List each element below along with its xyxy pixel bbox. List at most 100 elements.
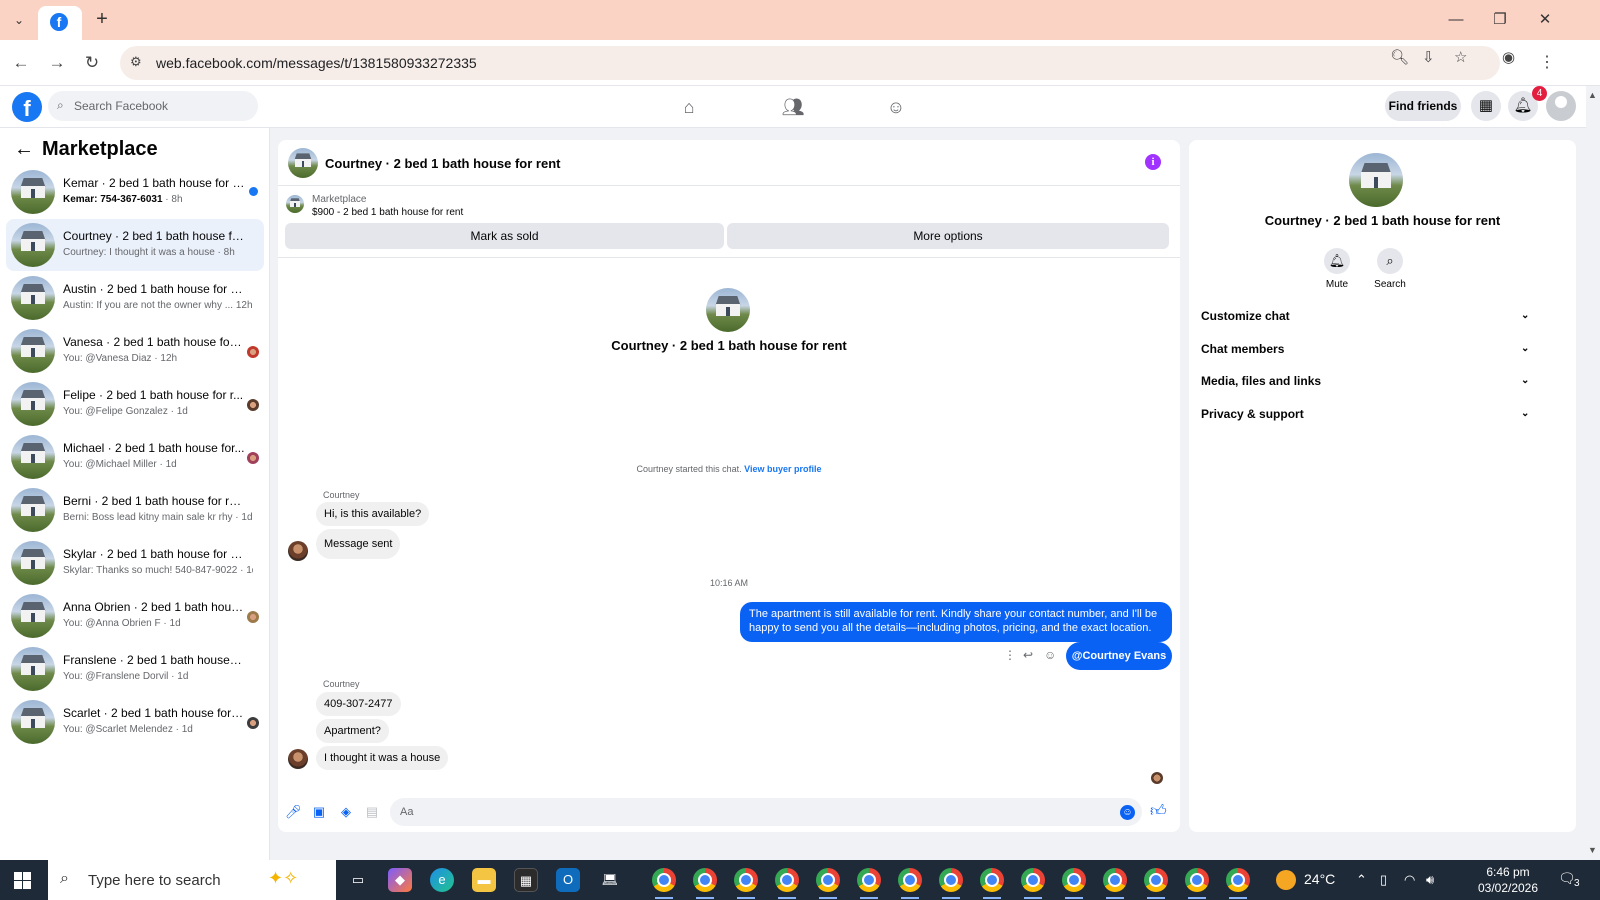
- file-explorer-icon[interactable]: ▬: [472, 868, 496, 892]
- reload-icon[interactable]: ↻: [79, 50, 105, 76]
- volume-icon[interactable]: 🔊︎: [1426, 872, 1434, 888]
- incoming-message[interactable]: 409-307-2477: [316, 692, 401, 716]
- browser-tab[interactable]: f: [38, 6, 82, 40]
- attach-photo-icon[interactable]: ▣: [311, 804, 327, 820]
- conversation-item[interactable]: Vanesa · 2 bed 1 bath house for ... You: …: [6, 325, 264, 377]
- conversation-item[interactable]: Skylar · 2 bed 1 bath house for rent Skyl…: [6, 537, 264, 589]
- taskbar-search-input[interactable]: ⌕ Type here to search ✦✧: [48, 860, 336, 900]
- outgoing-message[interactable]: The apartment is still available for ren…: [740, 602, 1172, 642]
- new-tab-icon[interactable]: +: [90, 8, 114, 32]
- url-text[interactable]: web.facebook.com/messages/t/138158093327…: [156, 55, 477, 71]
- chrome-window-icon[interactable]: [693, 868, 717, 892]
- mute-button[interactable]: 🔔︎ Mute: [1307, 248, 1367, 290]
- view-buyer-profile-link[interactable]: View buyer profile: [744, 464, 821, 474]
- thumbs-up-icon[interactable]: 👍︎: [1150, 802, 1167, 821]
- laptop-app-icon[interactable]: 💻︎: [598, 868, 622, 892]
- chrome-window-icon[interactable]: [1144, 868, 1168, 892]
- search-chat-button[interactable]: ⌕ Search: [1360, 248, 1420, 290]
- restore-icon[interactable]: ❐: [1486, 8, 1514, 32]
- chrome-window-icon[interactable]: [652, 868, 676, 892]
- chat-header-avatar[interactable]: [288, 148, 318, 178]
- search-highlight-icon[interactable]: ✦✧: [268, 868, 298, 889]
- sender-avatar[interactable]: [288, 541, 308, 561]
- sticker-icon[interactable]: ◈: [338, 804, 354, 820]
- close-window-icon[interactable]: ✕: [1531, 8, 1559, 32]
- taskbar-clock[interactable]: 6:46 pm 03/02/2026: [1470, 864, 1546, 896]
- chrome-window-icon[interactable]: [898, 868, 922, 892]
- weather-icon[interactable]: [1276, 870, 1296, 890]
- friends-icon[interactable]: 👥︎: [781, 95, 805, 119]
- task-view-icon[interactable]: ▭: [346, 868, 370, 892]
- zoom-icon[interactable]: 🔍︎: [1390, 48, 1409, 66]
- more-actions-icon[interactable]: ⋮: [1004, 648, 1016, 662]
- windows-start-icon[interactable]: [14, 872, 31, 889]
- profile-icon[interactable]: ◉: [1502, 48, 1515, 66]
- sender-avatar[interactable]: [288, 749, 308, 769]
- find-friends-button[interactable]: Find friends: [1385, 91, 1461, 121]
- chrome-window-icon[interactable]: [939, 868, 963, 892]
- outlook-icon[interactable]: O: [556, 868, 580, 892]
- chrome-window-icon[interactable]: [734, 868, 758, 892]
- chrome-window-icon[interactable]: [980, 868, 1004, 892]
- scroll-down-icon[interactable]: ▼: [1588, 845, 1597, 855]
- details-avatar[interactable]: [1349, 153, 1403, 207]
- incoming-message[interactable]: Message sent: [316, 529, 401, 559]
- wifi-icon[interactable]: ◠: [1404, 872, 1415, 888]
- react-emoji-icon[interactable]: ☺: [1044, 648, 1056, 662]
- bookmark-star-icon[interactable]: ☆: [1454, 48, 1467, 66]
- outgoing-mention-message[interactable]: @Courtney Evans: [1066, 642, 1172, 670]
- details-section-row[interactable]: Customize chat ⌄: [1201, 304, 1541, 328]
- details-section-row[interactable]: Media, files and links ⌄: [1201, 369, 1541, 393]
- info-icon[interactable]: i: [1145, 154, 1161, 170]
- browser-menu-icon[interactable]: ⋮: [1536, 50, 1558, 76]
- home-icon[interactable]: ⌂: [677, 95, 701, 119]
- details-section-row[interactable]: Chat members ⌄: [1201, 337, 1541, 361]
- incoming-message[interactable]: Apartment?: [316, 719, 389, 743]
- device-icon[interactable]: ▯: [1380, 872, 1387, 888]
- back-icon[interactable]: ←: [8, 50, 34, 76]
- incoming-message[interactable]: I thought it was a house: [316, 746, 449, 770]
- conversation-item[interactable]: Franslene · 2 bed 1 bath house for ... Yo…: [6, 643, 264, 695]
- details-section-row[interactable]: Privacy & support ⌄: [1201, 402, 1541, 426]
- conversation-item[interactable]: Berni · 2 bed 1 bath house for rent Berni…: [6, 484, 264, 536]
- edge-icon[interactable]: e: [430, 868, 454, 892]
- chrome-window-icon[interactable]: [1185, 868, 1209, 892]
- chrome-window-icon[interactable]: [1103, 868, 1127, 892]
- forward-icon[interactable]: →: [44, 50, 70, 76]
- chrome-window-icon[interactable]: [816, 868, 840, 892]
- temperature[interactable]: 24°C: [1304, 871, 1335, 887]
- tray-chevron-icon[interactable]: ⌃: [1356, 872, 1367, 888]
- url-omnibox[interactable]: ⚙ web.facebook.com/messages/t/1381580933…: [120, 46, 1500, 80]
- groups-icon[interactable]: ☺: [884, 95, 908, 119]
- chrome-window-icon[interactable]: [775, 868, 799, 892]
- conversation-item[interactable]: Felipe · 2 bed 1 bath house for r... You:…: [6, 378, 264, 430]
- message-input[interactable]: Aa ☺: [390, 798, 1142, 826]
- store-icon[interactable]: ▦: [514, 868, 538, 892]
- facebook-search-input[interactable]: ⌕ Search Facebook: [48, 91, 258, 121]
- chrome-window-icon[interactable]: [1226, 868, 1250, 892]
- install-app-icon[interactable]: ⇩: [1422, 48, 1435, 66]
- facebook-logo[interactable]: f: [12, 92, 42, 122]
- chrome-window-icon[interactable]: [1062, 868, 1086, 892]
- conversation-item[interactable]: Kemar · 2 bed 1 bath house for r... Kemar…: [6, 166, 264, 218]
- more-options-button[interactable]: More options: [727, 223, 1169, 249]
- emoji-icon[interactable]: ☺: [1120, 805, 1135, 820]
- site-settings-icon[interactable]: ⚙: [130, 54, 142, 70]
- conversation-item[interactable]: Austin · 2 bed 1 bath house for rent Aust…: [6, 272, 264, 324]
- listing-price[interactable]: $900 - 2 bed 1 bath house for rent: [312, 207, 463, 218]
- account-avatar[interactable]: [1546, 91, 1576, 121]
- copilot-icon[interactable]: ◆: [388, 868, 412, 892]
- chat-title[interactable]: Courtney · 2 bed 1 bath house for rent: [325, 156, 560, 171]
- conversation-item[interactable]: Michael · 2 bed 1 bath house for... You: …: [6, 431, 264, 483]
- voice-clip-icon[interactable]: 🎤︎: [285, 804, 302, 820]
- listing-thumbnail[interactable]: [286, 195, 304, 213]
- scroll-up-icon[interactable]: ▲: [1588, 90, 1597, 100]
- conversation-item[interactable]: Courtney · 2 bed 1 bath house for ... Cou…: [6, 219, 264, 271]
- mark-as-sold-button[interactable]: Mark as sold: [285, 223, 724, 249]
- conversation-item[interactable]: Anna Obrien · 2 bed 1 bath hous... You: @…: [6, 590, 264, 642]
- back-arrow-icon[interactable]: ←: [14, 138, 34, 161]
- tab-search-icon[interactable]: ⌄: [8, 10, 30, 30]
- minimize-icon[interactable]: —: [1442, 8, 1470, 32]
- chrome-window-icon[interactable]: [1021, 868, 1045, 892]
- incoming-message[interactable]: Hi, is this available?: [316, 502, 430, 526]
